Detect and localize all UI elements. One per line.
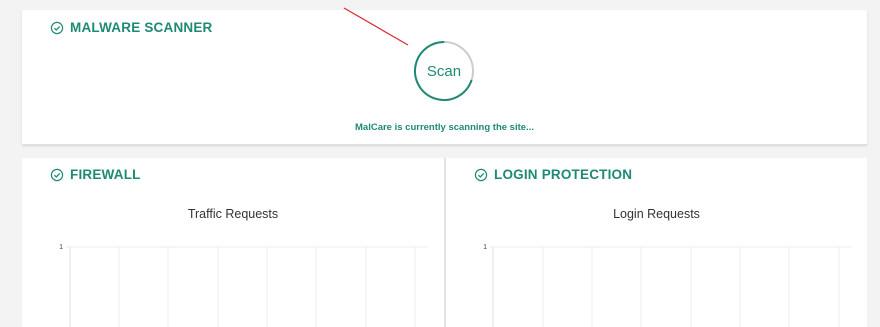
- traffic-requests-chart: 1: [59, 244, 428, 327]
- login-requests-chart: 1: [483, 244, 852, 327]
- firewall-card: FIREWALL Traffic Requests 1: [22, 158, 444, 327]
- scan-status-text: MalCare is currently scanning the site..…: [355, 122, 534, 133]
- y-axis-tick-label: 1: [59, 244, 63, 251]
- y-axis-tick-label: 1: [483, 244, 487, 251]
- annotation-arrow: [343, 7, 409, 46]
- login-protection-card: LOGIN PROTECTION Login Requests 1: [446, 158, 867, 327]
